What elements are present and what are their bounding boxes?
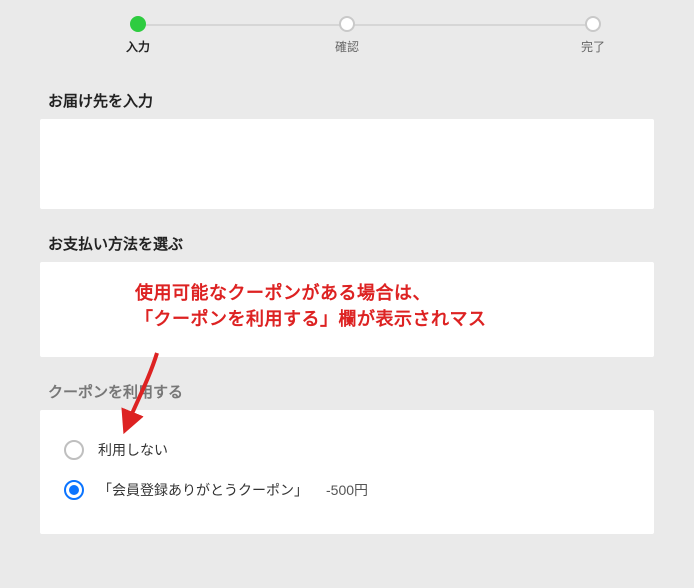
radio-icon[interactable]: [64, 440, 84, 460]
step-label: 確認: [317, 38, 377, 55]
step-label: 入力: [108, 38, 168, 55]
radio-icon[interactable]: [64, 480, 84, 500]
coupon-heading: クーポンを利用する: [48, 381, 646, 402]
step-dot-icon: [339, 16, 355, 32]
coupon-option-member[interactable]: 「会員登録ありがとうクーポン」 -500円: [64, 470, 630, 510]
step-label: 完了: [563, 38, 623, 55]
payment-heading: お支払い方法を選ぶ: [48, 233, 646, 254]
annotation-line2: 「クーポンを利用する」欄が表示されマス: [135, 309, 487, 329]
coupon-option-label: 利用しない: [98, 440, 168, 460]
payment-panel: 使用可能なクーポンがある場合は、 「クーポンを利用する」欄が表示されマス: [40, 262, 654, 357]
annotation-line1: 使用可能なクーポンがある場合は、: [135, 283, 431, 303]
coupon-amount: -500円: [326, 480, 368, 500]
progress-stepper: 入力 確認 完了: [48, 16, 646, 66]
step-dot-icon: [585, 16, 601, 32]
delivery-panel: [40, 119, 654, 209]
step-complete: 完了: [563, 16, 623, 55]
coupon-option-none[interactable]: 利用しない: [64, 430, 630, 470]
step-dot-icon: [130, 16, 146, 32]
checkout-page: 入力 確認 完了 お届け先を入力 お支払い方法を選ぶ 使用可能なクーポンがある場…: [0, 16, 694, 588]
coupon-panel: 利用しない 「会員登録ありがとうクーポン」 -500円: [40, 410, 654, 534]
delivery-heading: お届け先を入力: [48, 90, 646, 111]
annotation-text: 使用可能なクーポンがある場合は、 「クーポンを利用する」欄が表示されマス: [135, 280, 487, 332]
coupon-option-label: 「会員登録ありがとうクーポン」: [98, 480, 308, 500]
step-input: 入力: [108, 16, 168, 55]
step-confirm: 確認: [317, 16, 377, 55]
